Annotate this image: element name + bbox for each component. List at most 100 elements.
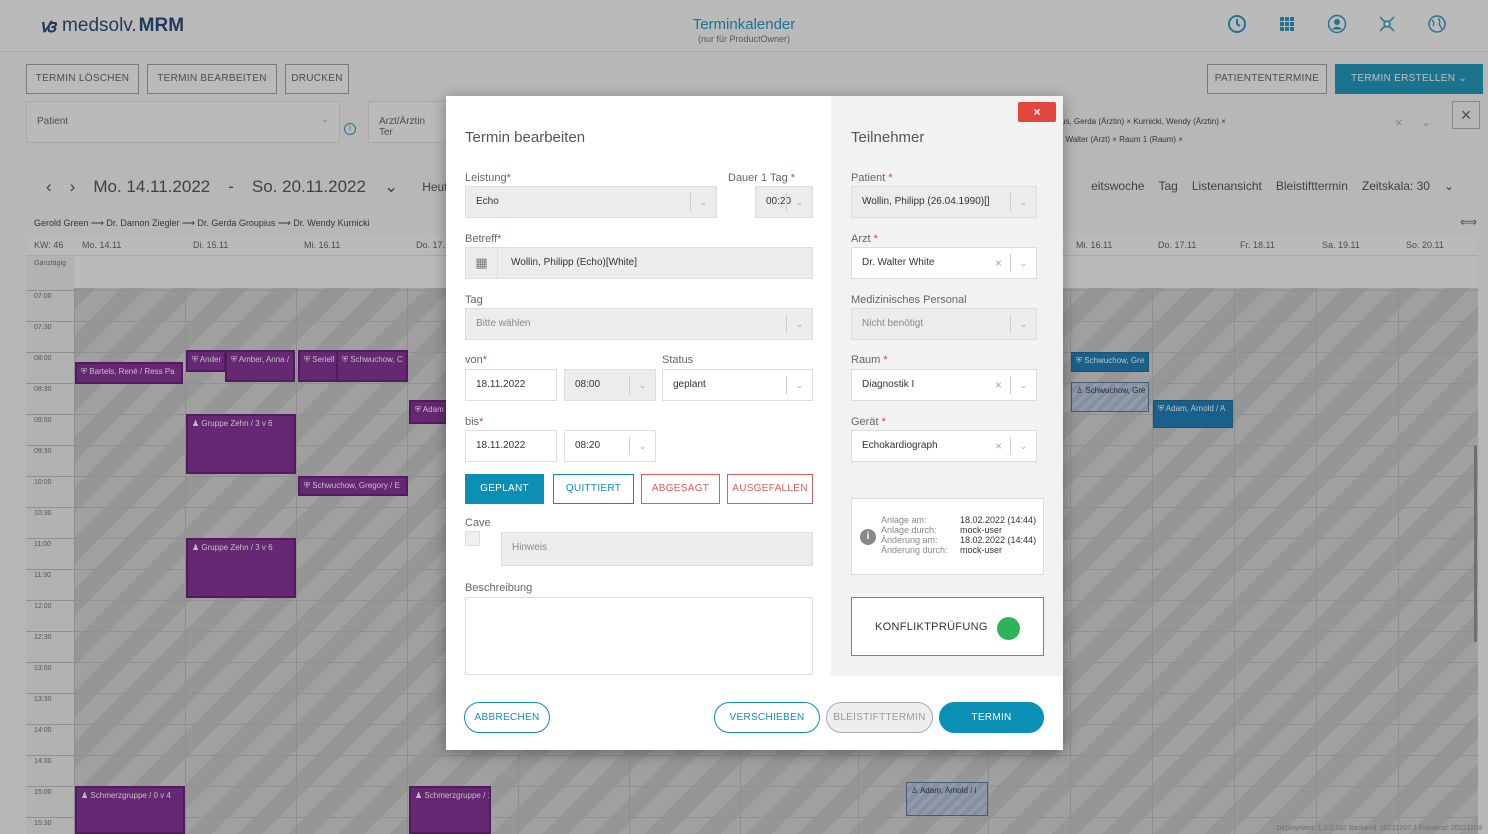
cave-label: Cave [465,517,491,529]
staff-label: Medizinisches Personal [851,294,967,306]
participants-panel: Teilnehmer Patient * Wollin, Philipp (26… [831,96,1063,676]
chevron-down-icon: ⌄ [1010,193,1036,211]
clear-icon[interactable]: × [995,431,1002,461]
chevron-down-icon: ⌄ [1010,315,1036,333]
status-missed-button[interactable]: AUSGEFALLEN [727,474,813,504]
required-marker: * [888,172,893,184]
to-label-text: bis [465,416,480,428]
conflict-status-indicator [997,617,1020,640]
cancel-button[interactable]: ABBRECHEN [464,702,550,733]
clear-icon[interactable]: × [995,248,1002,278]
patient-select[interactable]: Wollin, Philipp (26.04.1990)[] ⌄ [851,186,1037,218]
status-planned-button[interactable]: GEPLANT [465,474,544,504]
device-value: Echokardiograph [862,440,938,451]
clear-icon[interactable]: × [995,370,1002,400]
device-select[interactable]: Echokardiograph × ⌄ [851,430,1037,462]
calendar-icon: ▦ [466,248,498,278]
created-at-label: Anlage am: [881,515,927,525]
duration-label-text: Dauer 1 Tag [728,172,788,184]
audit-info-box: i Anlage am: 18.02.2022 (14:44) Anlage du… [851,498,1044,575]
subject-label: Betreff* [465,233,502,245]
staff-value: Nicht benötigt [862,318,924,329]
duration-label: Dauer 1 Tag * [728,172,795,184]
doctor-label-text: Arzt [851,233,871,245]
service-select[interactable]: Echo ⌄ [465,186,717,218]
required-marker: * [873,233,878,245]
to-time-value: 08:20 [575,440,601,451]
status-value: geplant [673,379,706,390]
chevron-down-icon: ⌄ [1010,376,1036,394]
to-time-select[interactable]: 08:20 ⌄ [564,430,656,462]
required-marker: * [482,354,488,366]
day-label: Tag [465,294,483,306]
required-marker: * [790,172,796,184]
device-label: Gerät * [851,416,886,428]
from-time-value: 08:00 [575,379,601,390]
participants-title: Teilnehmer [851,129,925,146]
chevron-down-icon: ⌄ [786,376,812,394]
from-label-text: von [465,354,483,366]
chevron-down-icon: ⌄ [1010,254,1036,272]
status-select[interactable]: geplant ⌄ [662,369,813,401]
from-time-select[interactable]: 08:00 ⌄ [564,369,656,401]
description-label: Beschreibung [465,582,533,594]
service-value: Echo [476,196,499,207]
room-value: Diagnostik I [862,379,915,390]
required-marker: * [479,416,484,428]
room-label-text: Raum [851,354,881,366]
reschedule-button[interactable]: VERSCHIEBEN [714,702,820,733]
created-by-value: mock-user [960,525,1003,535]
subject-value: Wollin, Philipp (Echo)[White] [511,257,637,268]
chevron-down-icon: ⌄ [629,376,655,394]
audit-info: Anlage am: 18.02.2022 (14:44) Anlage durc… [881,515,1036,555]
edit-appointment-dialog: Termin bearbeiten Leistung* Echo ⌄ Dauer… [446,96,1063,750]
status-acknowledged-button[interactable]: QUITTIERT [553,474,634,504]
chevron-down-icon: ⌄ [629,437,655,455]
hint-field[interactable]: Hinweis [501,532,813,566]
day-select[interactable]: Bitte wählen ⌄ [465,308,813,340]
pencil-appointment-button[interactable]: BLEISTIFTTERMIN [826,702,933,733]
day-placeholder: Bitte wählen [476,318,531,329]
to-label: bis* [465,416,483,428]
dialog-title: Termin bearbeiten [465,129,586,146]
modified-by-label: Änderung durch: [881,545,948,555]
duration-select[interactable]: 00:20 ⌄ [755,186,813,218]
conflict-check-label: KONFLIKTPRÜFUNG [875,621,988,633]
doctor-value: Dr. Walter White [862,257,935,268]
description-textarea[interactable] [465,597,813,675]
required-marker: * [881,416,886,428]
chevron-down-icon: ⌄ [1010,437,1036,455]
patient-label: Patient * [851,172,893,184]
doctor-select[interactable]: Dr. Walter White × ⌄ [851,247,1037,279]
created-at-value: 18.02.2022 (14:44) [960,515,1037,525]
staff-select[interactable]: Nicht benötigt ⌄ [851,308,1037,340]
subject-field[interactable]: ▦ Wollin, Philipp (Echo)[White] [465,247,813,279]
status-cancelled-button[interactable]: ABGESAGT [641,474,720,504]
from-date-field[interactable]: 18.11.2022 [465,369,557,401]
modified-at-label: Änderung am: [881,535,938,545]
chevron-down-icon: ⌄ [690,193,716,211]
to-date-field[interactable]: 18.11.2022 [465,430,557,462]
close-dialog-button[interactable]: × [1018,102,1056,122]
created-by-label: Anlage durch: [881,525,937,535]
patient-value: Wollin, Philipp (26.04.1990)[] [862,196,990,207]
status-label: Status [662,354,694,366]
cave-checkbox[interactable] [465,531,480,546]
patient-label-text: Patient [851,172,886,184]
chevron-down-icon: ⌄ [786,315,812,333]
room-label: Raum * [851,354,888,366]
chevron-down-icon: ⌄ [786,193,812,211]
subject-label-text: Betreff [465,233,498,245]
from-label: von* [465,354,487,366]
service-label-text: Leistung [465,172,507,184]
conflict-check-box[interactable]: KONFLIKTPRÜFUNG [851,597,1044,656]
required-marker: * [506,172,511,184]
modified-by-value: mock-user [960,545,1003,555]
required-marker: * [497,233,502,245]
doctor-label: Arzt * [851,233,878,245]
required-marker: * [883,354,888,366]
modified-at-value: 18.02.2022 (14:44) [960,535,1037,545]
room-select[interactable]: Diagnostik I × ⌄ [851,369,1037,401]
appointment-form: Termin bearbeiten Leistung* Echo ⌄ Dauer… [446,96,831,676]
save-appointment-button[interactable]: TERMIN [939,702,1044,733]
